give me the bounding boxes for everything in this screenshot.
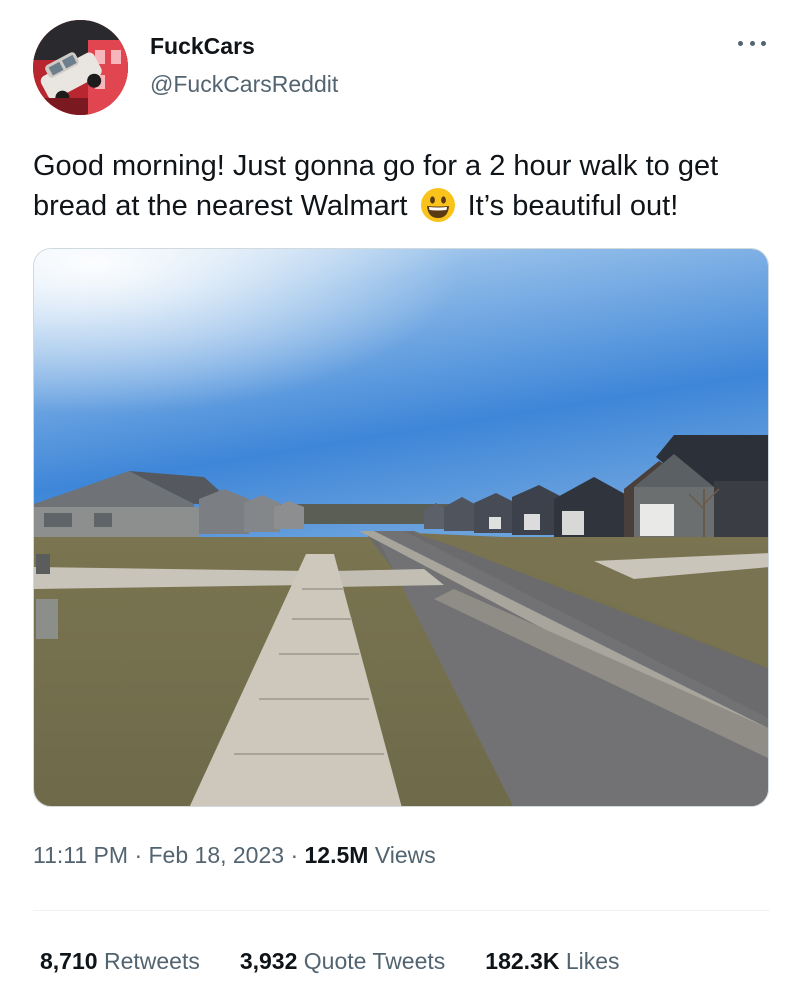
meta-separator: · [290, 842, 299, 868]
quote-tweets-label: Quote Tweets [303, 948, 446, 974]
tweet-media-image[interactable] [33, 248, 769, 807]
retweets-stat-link[interactable]: 8,710 Retweets [40, 948, 200, 975]
author-display-name[interactable]: FuckCars [150, 33, 255, 60]
avatar[interactable] [33, 20, 128, 115]
retweets-label: Retweets [103, 948, 200, 974]
quote-tweets-count: 3,932 [239, 948, 298, 974]
likes-label: Likes [565, 948, 620, 974]
tweet-text-part2: It’s beautiful out! [467, 190, 679, 222]
divider [33, 910, 770, 911]
quote-tweets-stat-link[interactable]: 3,932 Quote Tweets [240, 948, 445, 975]
tweet-text: Good morning! Just gonna go for a 2 hour… [33, 146, 773, 226]
views-count: 12.5M [304, 842, 369, 868]
meta-separator: · [134, 842, 143, 868]
more-dots-icon [749, 40, 755, 46]
tweet-stats: 8,710 Retweets 3,932 Quote Tweets 182.3K… [40, 948, 660, 975]
more-dots-icon [738, 40, 743, 46]
likes-stat-link[interactable]: 182.3K Likes [485, 948, 619, 975]
avatar-crashed-car-icon [33, 20, 128, 115]
more-options-button[interactable] [734, 30, 770, 56]
grinning-face-emoji-icon [420, 188, 455, 222]
author-handle[interactable]: @FuckCarsReddit [150, 71, 338, 98]
tweet-date[interactable]: Feb 18, 2023 [149, 842, 285, 868]
suburban-street-photo [34, 249, 768, 806]
tweet-meta: 11:11 PM · Feb 18, 2023 · 12.5M Views [33, 842, 436, 869]
tweet-time[interactable]: 11:11 PM [33, 842, 128, 868]
retweets-count: 8,710 [40, 948, 98, 974]
views-label: Views [374, 842, 436, 868]
more-dots-icon [761, 40, 766, 46]
likes-count: 182.3K [485, 948, 560, 974]
